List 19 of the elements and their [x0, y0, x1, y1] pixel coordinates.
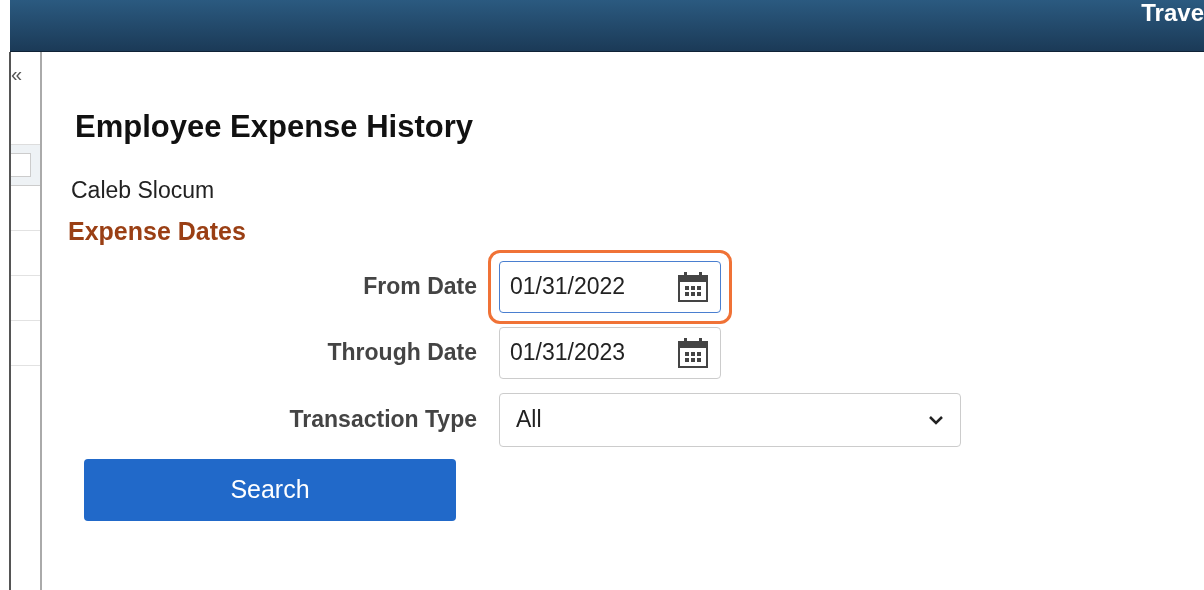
employee-name: Caleb Slocum: [71, 175, 216, 205]
banner-title: Trave: [1141, 2, 1204, 24]
field-label: Through Date: [326, 338, 477, 368]
field-value: 01/31/2023: [510, 338, 626, 368]
calendar-icon[interactable]: [676, 269, 710, 304]
section-heading: Expense Dates: [68, 216, 247, 247]
field-label: Transaction Type: [288, 405, 477, 435]
collapse-button[interactable]: «: [11, 52, 33, 84]
dropdown-field[interactable]: [11, 153, 31, 177]
calendar-icon[interactable]: [676, 335, 710, 370]
dropdown-field[interactable]: All: [499, 392, 961, 447]
date-field[interactable]: 01/31/2022: [499, 260, 721, 313]
field-label: From Date: [362, 272, 477, 302]
search-button[interactable]: Search: [84, 458, 456, 521]
page-title: Employee Expense History: [75, 108, 474, 146]
date-field[interactable]: 01/31/2023: [499, 326, 721, 379]
field-value: 01/31/2022: [510, 272, 626, 302]
chevron-down-icon: [928, 414, 944, 425]
field-value: All: [516, 405, 542, 435]
